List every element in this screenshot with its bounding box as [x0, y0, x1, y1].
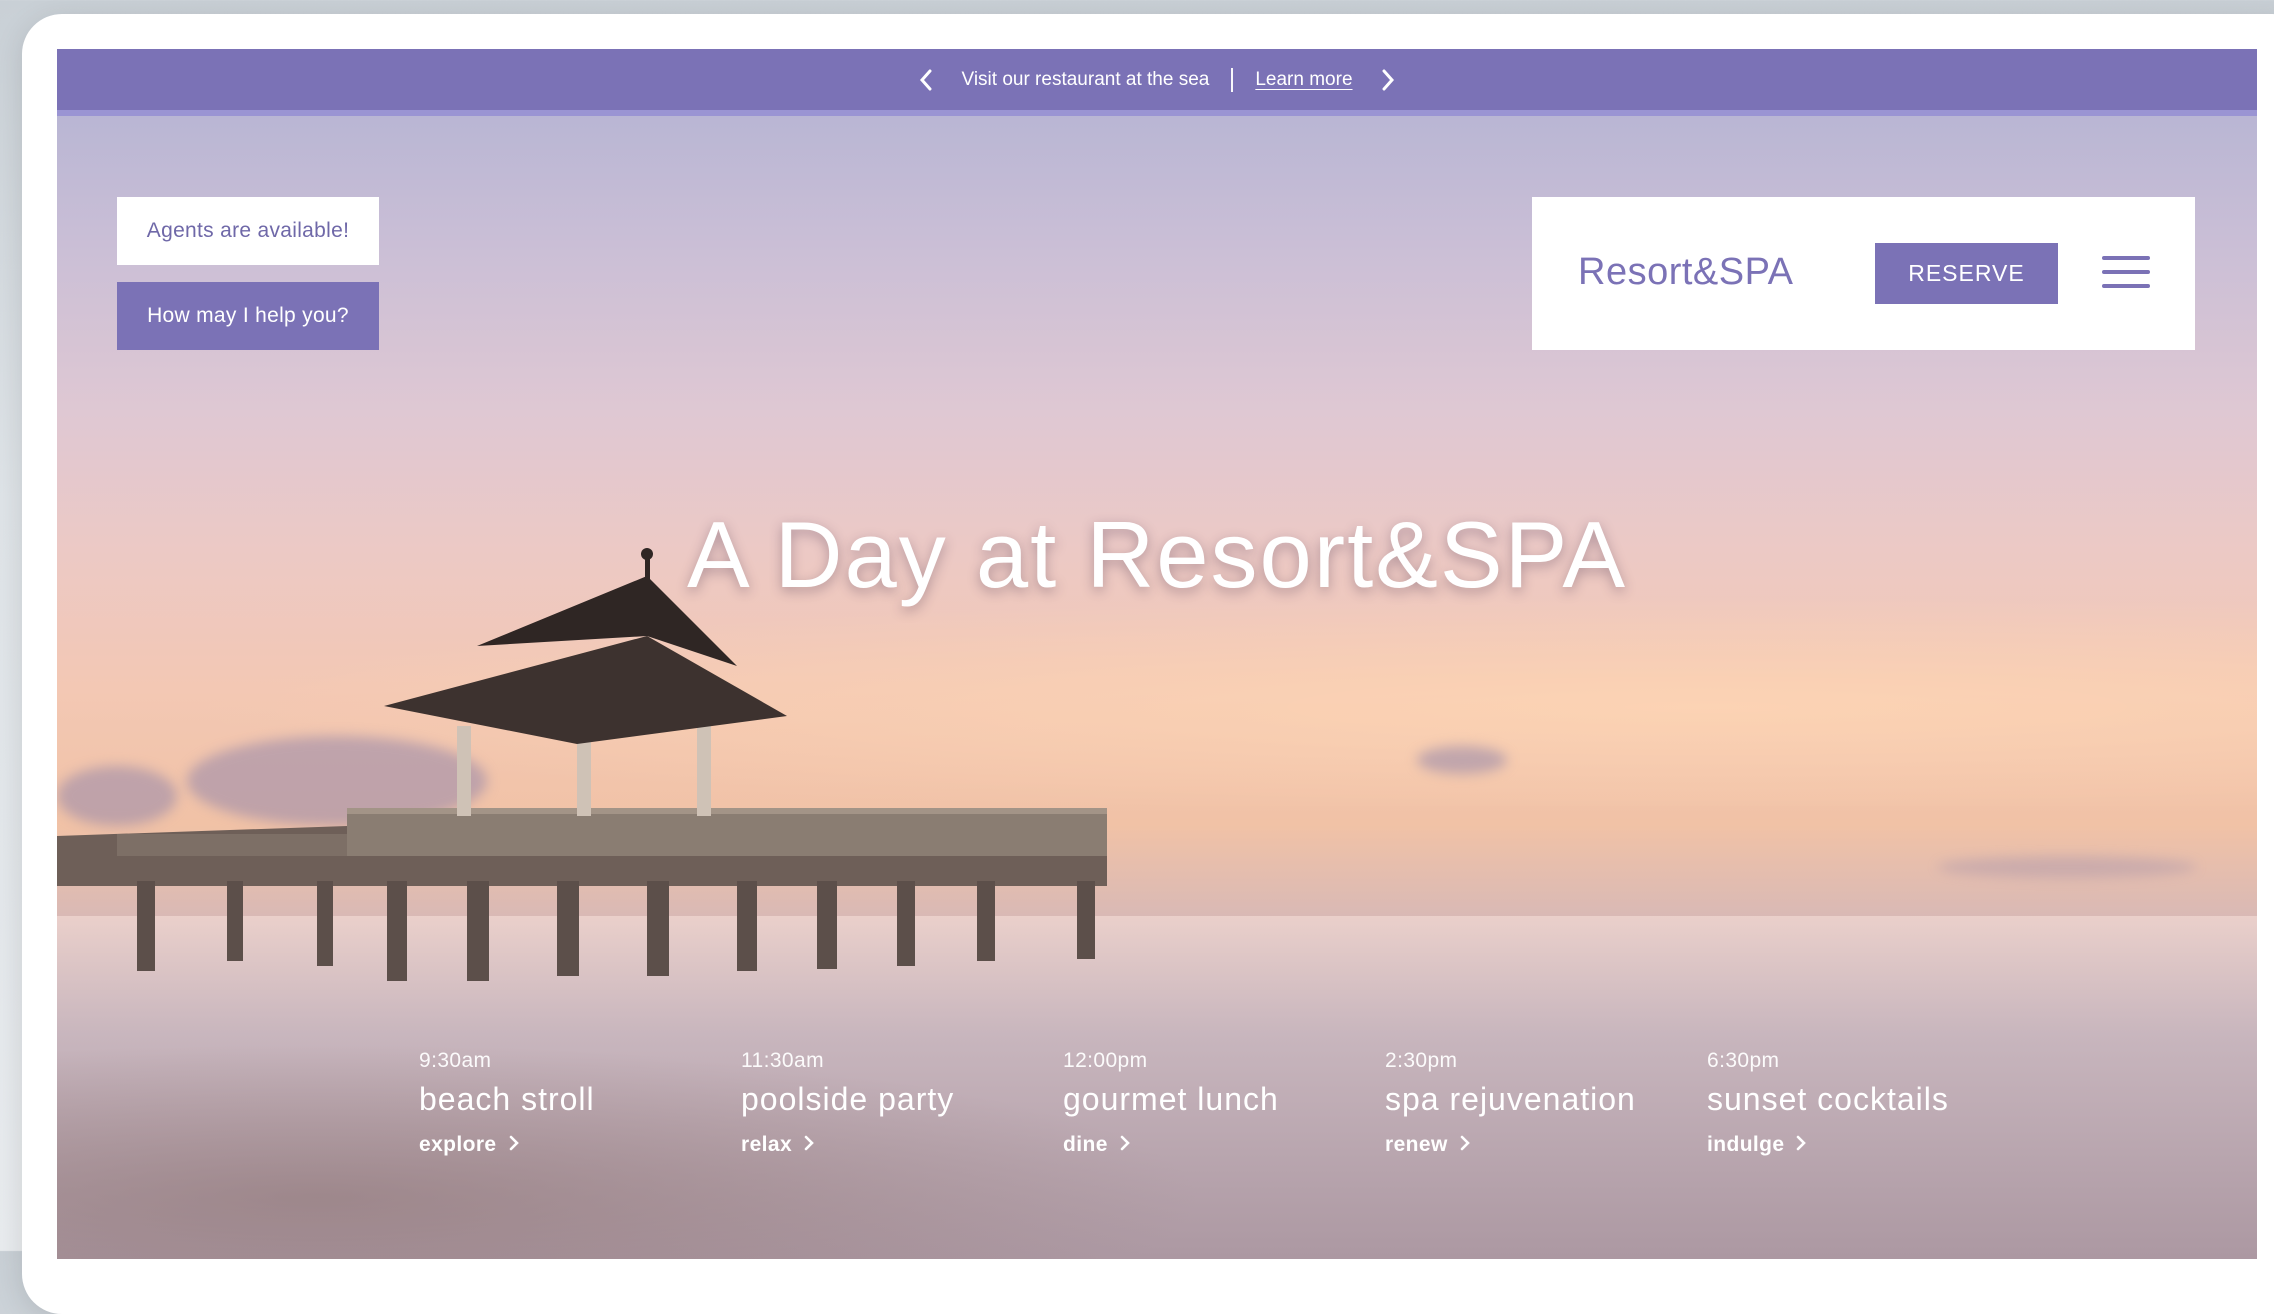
indulge-link[interactable]: indulge — [1707, 1133, 2007, 1157]
chevron-right-icon — [1796, 1133, 1807, 1157]
schedule-link-label: dine — [1063, 1133, 1108, 1156]
chevron-right-icon — [509, 1133, 519, 1157]
hamburger-menu-icon[interactable] — [2102, 256, 2150, 292]
schedule-link-label: indulge — [1707, 1133, 1785, 1156]
schedule-title: sunset cocktails — [1707, 1081, 1949, 1117]
schedule-item: 11:30am poolside party relax — [741, 1049, 1041, 1157]
schedule-title: gourmet lunch — [1063, 1081, 1279, 1117]
schedule-link-label: relax — [741, 1133, 793, 1156]
schedule-time: 9:30am — [419, 1049, 492, 1072]
schedule-title: poolside party — [741, 1081, 955, 1117]
help-chat-button[interactable]: How may I help you? — [117, 282, 379, 350]
schedule-link-label: explore — [419, 1133, 497, 1156]
chevron-right-icon — [1120, 1133, 1130, 1157]
explore-link[interactable]: explore — [419, 1133, 719, 1157]
dine-link[interactable]: dine — [1063, 1133, 1363, 1157]
schedule-link-label: renew — [1385, 1133, 1448, 1156]
chevron-left-icon[interactable] — [917, 69, 935, 91]
brand-logo[interactable]: Resort&SPA — [1578, 251, 1793, 294]
schedule-time: 12:00pm — [1063, 1049, 1148, 1072]
schedule-time: 2:30pm — [1385, 1049, 1458, 1072]
cloud — [1937, 856, 2197, 878]
reserve-button[interactable]: RESERVE — [1875, 243, 2058, 304]
schedule-time: 6:30pm — [1707, 1049, 1780, 1072]
renew-link[interactable]: renew — [1385, 1133, 1685, 1157]
cloud — [1417, 746, 1507, 774]
announcement-divider — [1231, 67, 1234, 92]
chevron-right-icon — [804, 1133, 814, 1157]
learn-more-link[interactable]: Learn more — [1255, 69, 1352, 91]
day-schedule: 9:30am beach stroll explore 11:30am pool… — [419, 1049, 2019, 1209]
agents-available-badge: Agents are available! — [117, 197, 379, 265]
website-screen: Visit our restaurant at the sea Learn mo… — [57, 49, 2257, 1259]
schedule-item: 9:30am beach stroll explore — [419, 1049, 719, 1157]
schedule-item: 12:00pm gourmet lunch dine — [1063, 1049, 1363, 1157]
schedule-time: 11:30am — [741, 1049, 824, 1072]
schedule-title: beach stroll — [419, 1081, 595, 1117]
schedule-item: 2:30pm spa rejuvenation renew — [1385, 1049, 1685, 1157]
hero-title: A Day at Resort&SPA — [686, 502, 1628, 607]
chevron-right-icon — [1460, 1133, 1470, 1157]
relax-link[interactable]: relax — [741, 1133, 1041, 1157]
schedule-item: 6:30pm sunset cocktails indulge — [1707, 1049, 2007, 1157]
site-header: Resort&SPA RESERVE — [1532, 197, 2195, 350]
announcement-text: Visit our restaurant at the sea — [961, 68, 1210, 90]
schedule-title: spa rejuvenation — [1385, 1081, 1636, 1117]
announcement-bar: Visit our restaurant at the sea Learn mo… — [57, 49, 2257, 116]
chevron-right-icon[interactable] — [1379, 69, 1397, 91]
